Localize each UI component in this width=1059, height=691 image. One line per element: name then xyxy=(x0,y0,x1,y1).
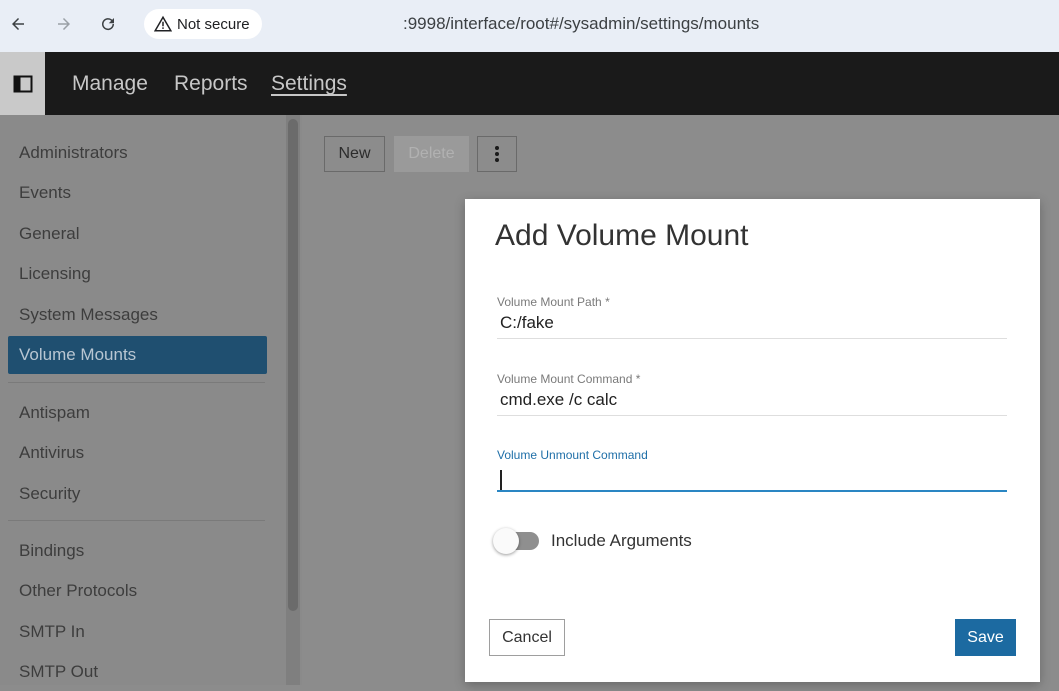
field-label: Volume Mount Command * xyxy=(497,372,641,386)
volume-mount-path-input[interactable]: C:/fake xyxy=(497,309,1007,339)
reload-icon[interactable] xyxy=(96,12,120,36)
more-options-button[interactable] xyxy=(477,136,517,172)
sidebar-panel-icon xyxy=(13,75,32,92)
security-chip[interactable]: Not secure xyxy=(144,9,262,39)
sidebar-item-general[interactable]: General xyxy=(8,215,267,253)
sidebar-item-security[interactable]: Security xyxy=(8,475,267,513)
toggle-knob xyxy=(493,528,519,554)
include-arguments-row: Include Arguments xyxy=(493,528,692,554)
include-arguments-label: Include Arguments xyxy=(551,531,692,550)
sidebar-item-smtp-in[interactable]: SMTP In xyxy=(8,613,267,651)
nav-settings[interactable]: Settings xyxy=(271,72,347,96)
save-button[interactable]: Save xyxy=(955,619,1016,656)
nav-manage[interactable]: Manage xyxy=(72,72,148,96)
browser-toolbar: Not secure :9998/interface/root#/sysadmi… xyxy=(0,0,1059,52)
sidebar-item-antivirus[interactable]: Antivirus xyxy=(8,434,267,472)
sidebar-item-administrators[interactable]: Administrators xyxy=(8,134,267,172)
cancel-button[interactable]: Cancel xyxy=(489,619,565,656)
sidebar-item-events[interactable]: Events xyxy=(8,174,267,212)
volume-unmount-command-input[interactable] xyxy=(497,462,1007,492)
more-vertical-icon xyxy=(495,146,499,162)
dialog-title: Add Volume Mount xyxy=(495,219,749,252)
delete-button[interactable]: Delete xyxy=(394,136,469,172)
include-arguments-toggle[interactable] xyxy=(493,528,539,554)
field-label: Volume Unmount Command xyxy=(497,448,648,462)
app-header: Manage Reports Settings xyxy=(0,52,1059,115)
nav-reports[interactable]: Reports xyxy=(174,72,248,96)
forward-arrow-icon[interactable] xyxy=(52,12,76,36)
sidebar-item-other-protocols[interactable]: Other Protocols xyxy=(8,572,267,610)
sidebar-divider xyxy=(8,520,265,521)
warning-triangle-icon xyxy=(154,15,172,32)
back-arrow-icon[interactable] xyxy=(6,12,30,36)
sidebar-item-smtp-out[interactable]: SMTP Out xyxy=(8,653,267,691)
security-label: Not secure xyxy=(177,15,250,33)
text-caret xyxy=(500,470,502,490)
field-label: Volume Mount Path * xyxy=(497,295,610,309)
scrollbar-thumb[interactable] xyxy=(288,119,298,611)
sidebar-item-licensing[interactable]: Licensing xyxy=(8,255,267,293)
sidebar-scrollbar[interactable] xyxy=(286,115,300,685)
volume-mount-command-field: Volume Mount Command * cmd.exe /c calc xyxy=(497,372,1007,416)
sidebar-item-system-messages[interactable]: System Messages xyxy=(8,296,267,334)
sidebar: Administrators Events General Licensing … xyxy=(0,115,302,685)
sidebar-item-antispam[interactable]: Antispam xyxy=(8,394,267,432)
volume-unmount-command-field: Volume Unmount Command xyxy=(497,448,1007,492)
sidebar-divider xyxy=(8,382,265,383)
volume-mount-command-input[interactable]: cmd.exe /c calc xyxy=(497,386,1007,416)
sidebar-item-volume-mounts[interactable]: Volume Mounts xyxy=(8,336,267,374)
add-volume-mount-dialog: Add Volume Mount Volume Mount Path * C:/… xyxy=(465,199,1040,682)
new-button[interactable]: New xyxy=(324,136,385,172)
sidebar-item-bindings[interactable]: Bindings xyxy=(8,532,267,570)
sidebar-toggle-button[interactable] xyxy=(0,52,45,115)
volume-mount-path-field: Volume Mount Path * C:/fake xyxy=(497,295,1007,339)
address-bar[interactable]: :9998/interface/root#/sysadmin/settings/… xyxy=(403,14,759,34)
